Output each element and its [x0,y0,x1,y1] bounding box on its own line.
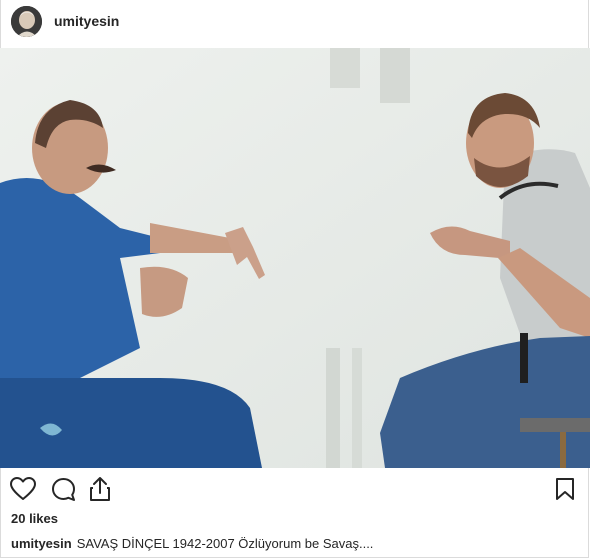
post-username[interactable]: umityesin [54,13,119,29]
post-caption: umityesin SAVAŞ DİNÇEL 1942-2007 Özlüyoru… [11,536,373,551]
comment-icon[interactable] [51,477,76,502]
avatar[interactable] [11,6,42,37]
post-photo [0,48,590,468]
caption-text: SAVAŞ DİNÇEL 1942-2007 Özlüyorum be Sava… [76,536,374,551]
likes-count[interactable]: 20 likes [11,511,58,526]
bookmark-icon[interactable] [555,477,575,501]
caption-username[interactable]: umityesin [11,536,72,551]
action-bar [0,470,590,510]
post-header: umityesin [0,0,590,46]
share-icon[interactable] [89,476,111,502]
heart-icon[interactable] [10,477,36,501]
